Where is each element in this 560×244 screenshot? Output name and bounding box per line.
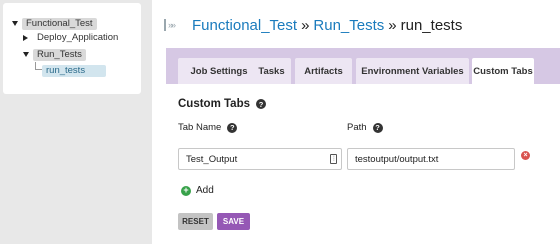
section-title-text: Custom Tabs [178, 98, 250, 110]
tree-node-run-tests[interactable]: Run_Tests [23, 48, 86, 61]
tab-artifacts[interactable]: Artifacts [295, 58, 352, 84]
tab-job-settings[interactable]: Job Settings [178, 58, 260, 84]
text-field-menu-icon[interactable]: ⋮ [330, 154, 337, 164]
help-icon[interactable]: ? [256, 99, 266, 109]
custom-tabs-content: Custom Tabs ? Tab Name ? Path ? ⋮ × + Ad… [166, 84, 560, 244]
breadcrumb-separator: » [388, 16, 397, 34]
breadcrumb-pipeline-group[interactable]: Functional_Test [192, 17, 297, 34]
tab-name-label-text: Tab Name [178, 122, 222, 133]
path-label-text: Path [347, 122, 367, 133]
breadcrumb-separator: » [301, 16, 310, 34]
expand-down-icon[interactable] [12, 21, 18, 26]
breadcrumb-stage[interactable]: Run_Tests [313, 17, 384, 34]
tab-bar: Job Settings Tasks Artifacts Environment… [166, 48, 560, 84]
tab-environment-variables[interactable]: Environment Variables [356, 58, 469, 84]
tab-custom-tabs[interactable]: Custom Tabs [472, 58, 534, 84]
tab-name-label: Tab Name ? [178, 122, 238, 133]
tree-node-functional-test[interactable]: Functional_Test [12, 17, 97, 30]
breadcrumb-current-job: run_tests [400, 16, 463, 34]
add-label[interactable]: Add [196, 185, 214, 196]
tree-connector [35, 62, 42, 70]
remove-row-icon[interactable]: × [521, 151, 530, 160]
add-tab-button[interactable]: + Add [181, 185, 214, 196]
job-tree: Functional_Test Deploy_Application Run_T… [3, 3, 141, 94]
job-settings-panel: Job Settings Tasks Artifacts Environment… [166, 48, 560, 244]
job-tree-sidebar: Functional_Test Deploy_Application Run_T… [0, 0, 152, 244]
tree-node-deploy-application[interactable]: Deploy_Application [23, 31, 122, 44]
tree-node-label[interactable]: Run_Tests [33, 48, 86, 61]
save-button[interactable]: SAVE [217, 213, 250, 230]
expand-down-icon[interactable] [23, 52, 29, 57]
tree-node-label[interactable]: run_tests [42, 64, 106, 77]
tree-node-label[interactable]: Deploy_Application [33, 32, 122, 44]
help-icon[interactable]: ? [227, 122, 238, 133]
expand-right-icon[interactable] [23, 34, 28, 41]
tab-name-input[interactable] [178, 148, 342, 170]
breadcrumb: Functional_Test » Run_Tests » run_tests [192, 14, 462, 36]
tree-node-label[interactable]: Functional_Test [22, 17, 97, 30]
path-input[interactable] [347, 148, 515, 170]
tree-node-run-tests-job[interactable]: run_tests [42, 64, 106, 77]
reset-button[interactable]: RESET [178, 213, 213, 230]
path-label: Path ? [347, 122, 383, 133]
tab-tasks[interactable]: Tasks [252, 58, 291, 84]
plus-icon[interactable]: + [181, 185, 191, 196]
help-icon[interactable]: ? [372, 122, 383, 133]
pipeline-icon: »» [164, 18, 184, 32]
section-title: Custom Tabs ? [178, 98, 266, 110]
